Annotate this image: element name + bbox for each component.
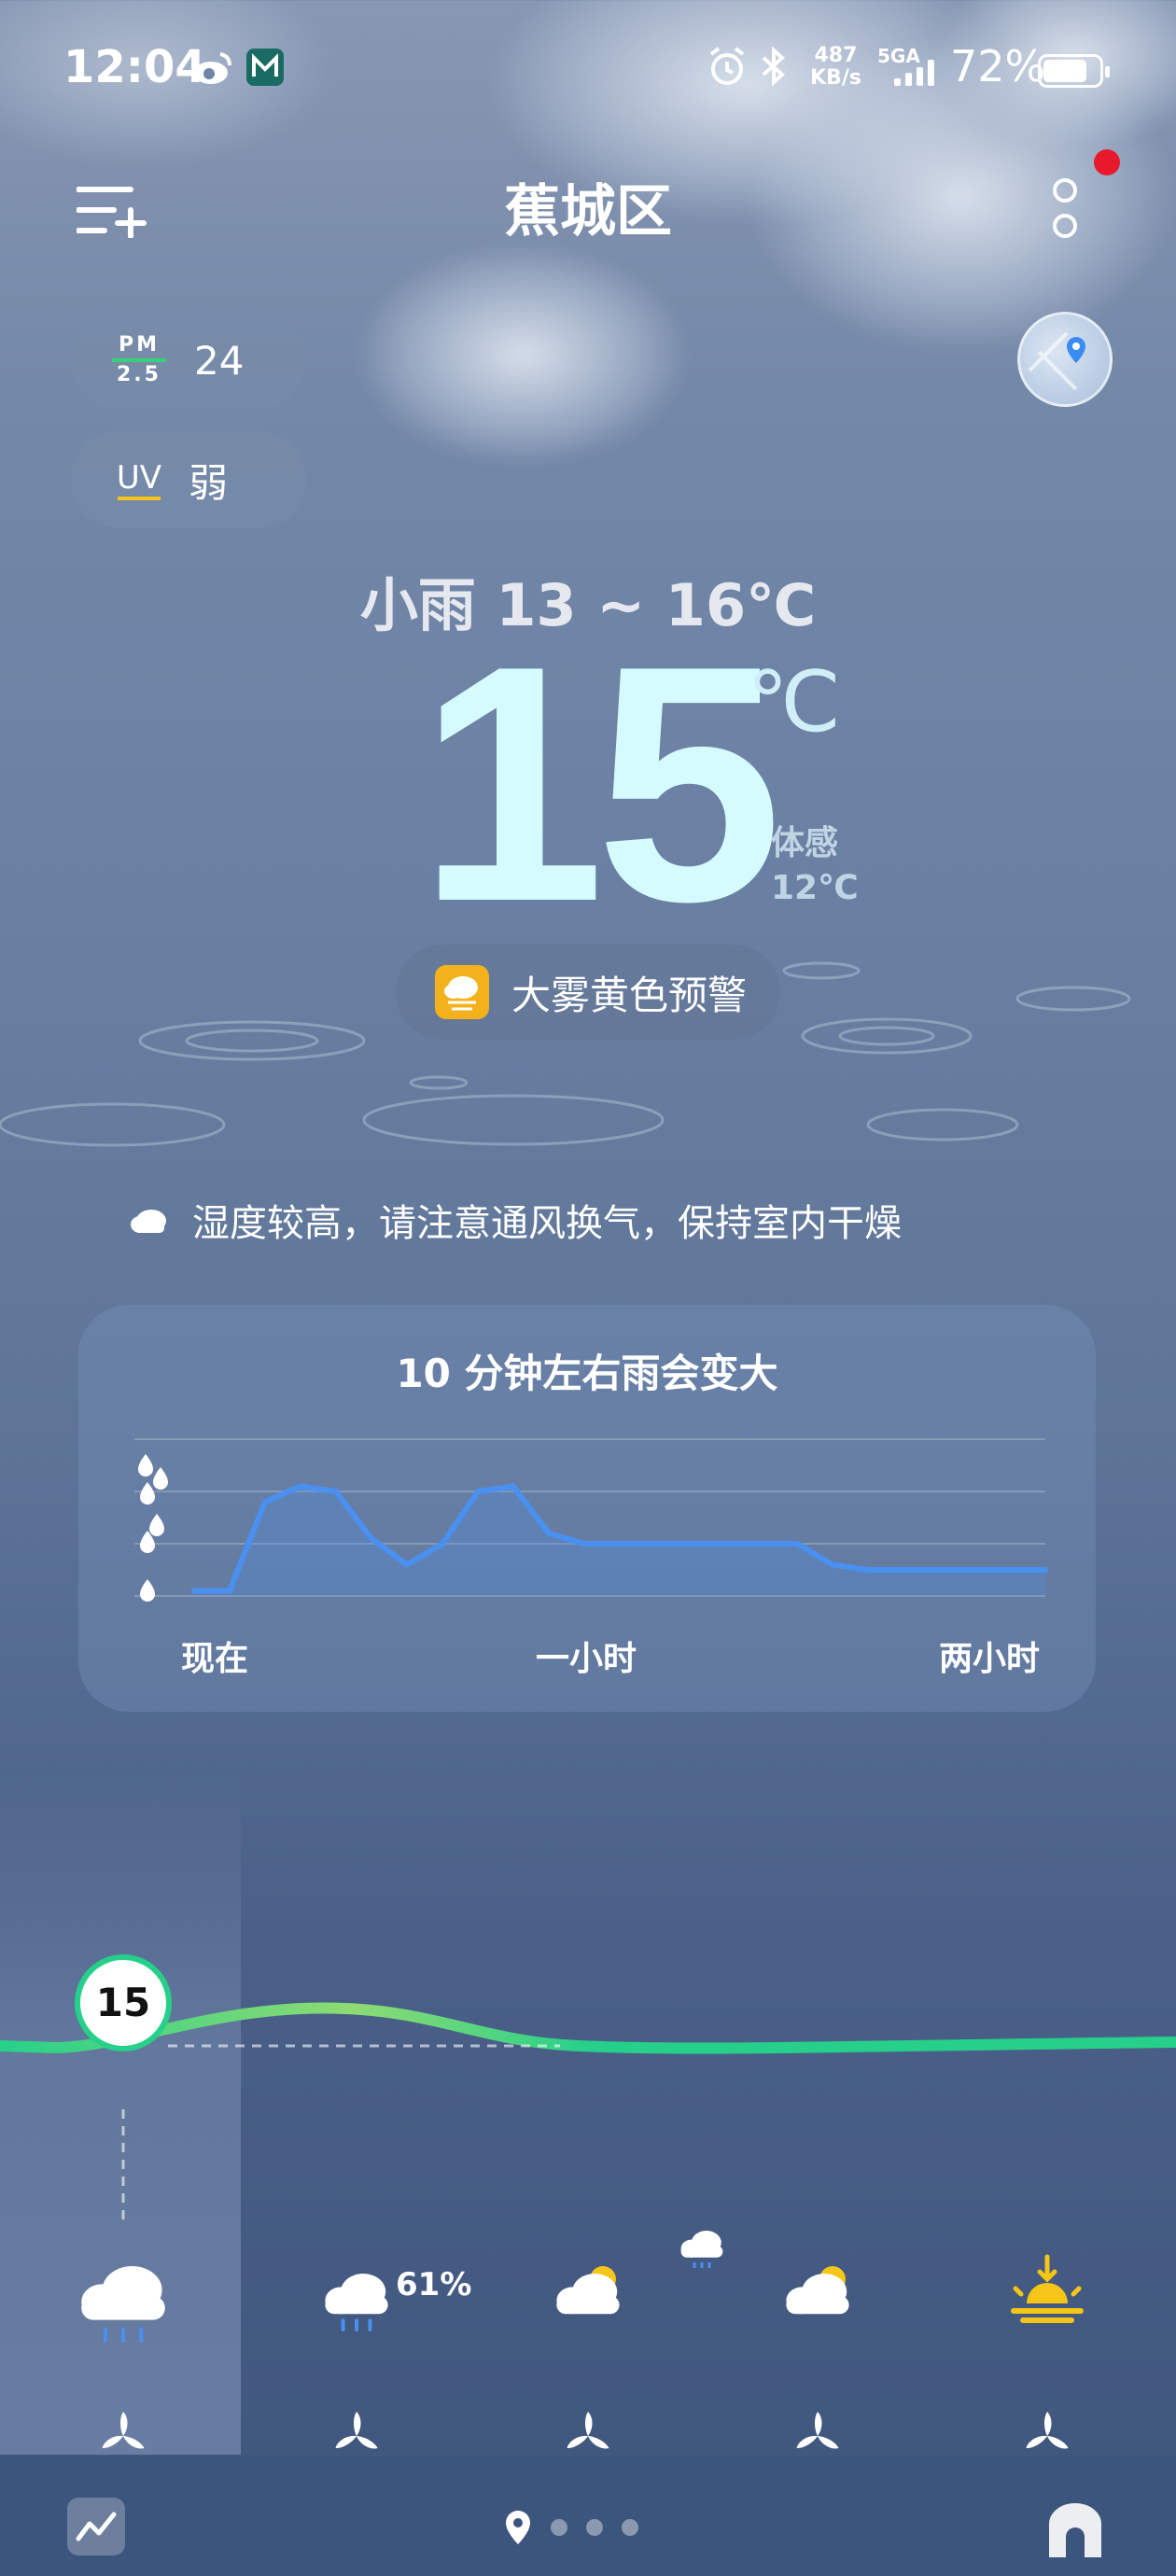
- current-temperature: 15: [418, 596, 782, 972]
- pm25-value: 24: [194, 337, 245, 384]
- light-drop-icon: [140, 1579, 155, 1602]
- uv-badge[interactable]: UV 弱: [71, 431, 306, 528]
- cloud-icon: [131, 1210, 166, 1233]
- partly-cloudy-icon: [786, 2266, 849, 2315]
- rain-icon: [325, 2274, 388, 2331]
- hourly-forecast[interactable]: [0, 1960, 1176, 2464]
- more-icon[interactable]: [1051, 173, 1079, 238]
- heavy-drop-icon: [138, 1454, 168, 1505]
- feels-like-label: 体感: [771, 824, 839, 862]
- moderate-drop-icon: [140, 1514, 164, 1553]
- temperature-curve: [0, 2002, 1176, 2054]
- x-label-two-hours: 两小时: [939, 1640, 1041, 1678]
- map-button[interactable]: [1017, 312, 1113, 407]
- partly-cloudy-icon: [556, 2266, 620, 2315]
- trend-icon[interactable]: [67, 2498, 125, 2555]
- feels-like-value: 12℃: [771, 869, 859, 907]
- wind-icon: [567, 2412, 609, 2449]
- sunset-icon: [1011, 2254, 1084, 2323]
- status-bar: 12:04 487 KB/s 5GA 72%: [0, 37, 1176, 103]
- location-page-icon: [506, 2511, 530, 2544]
- rain-chart: [134, 1438, 1048, 1602]
- temperature-unit: ℃: [747, 653, 842, 751]
- home-icon[interactable]: [1045, 2499, 1105, 2559]
- rain-icon: [81, 2266, 165, 2343]
- bottom-bar: [0, 2457, 1176, 2576]
- signal-icon: [894, 58, 934, 86]
- current-hour-temp: 15: [75, 1954, 172, 2051]
- tip-text: 湿度较高，请注意通风换气，保持室内干燥: [192, 1202, 902, 1245]
- small-rain-icon: [680, 2231, 723, 2268]
- alarm-icon: [709, 47, 745, 85]
- network-speed: 487 KB/s: [810, 44, 861, 90]
- wind-icon: [102, 2412, 145, 2449]
- x-label-one-hour: 一小时: [536, 1640, 637, 1678]
- wind-icon: [1026, 2412, 1069, 2449]
- warning-text: 大雾黄色预警: [511, 972, 748, 1018]
- page-indicator[interactable]: [504, 2509, 638, 2546]
- uv-label: UV: [106, 459, 172, 500]
- notification-dot: [1094, 149, 1120, 175]
- pm25-label: PM 2.5: [106, 334, 172, 386]
- wind-icon: [335, 2412, 378, 2449]
- app-notification-icon: [246, 49, 284, 86]
- rain-forecast-card[interactable]: 10 分钟左右雨会变大 现在 一小时 两小时: [78, 1305, 1096, 1712]
- weibo-icon: [194, 52, 231, 84]
- battery-icon: [1038, 54, 1110, 88]
- uv-value: 弱: [189, 459, 229, 506]
- precip-chance: 61%: [396, 2266, 472, 2303]
- x-label-now: 现在: [181, 1640, 249, 1678]
- battery-percent: 72%: [950, 41, 1046, 91]
- status-time: 12:04: [63, 41, 206, 93]
- location-pin-icon: [1028, 331, 1085, 391]
- fog-warning-icon: [435, 965, 489, 1019]
- wind-icon: [796, 2412, 839, 2449]
- city-title[interactable]: 蕉城区: [0, 166, 1176, 247]
- pm25-badge[interactable]: PM 2.5 24: [71, 312, 306, 409]
- weather-tip: 湿度较高，请注意通风换气，保持室内干燥: [129, 1193, 902, 1247]
- weather-warning[interactable]: 大雾黄色预警: [396, 945, 780, 1040]
- feels-like: 体感 12℃: [771, 821, 859, 911]
- bluetooth-icon: [762, 46, 785, 87]
